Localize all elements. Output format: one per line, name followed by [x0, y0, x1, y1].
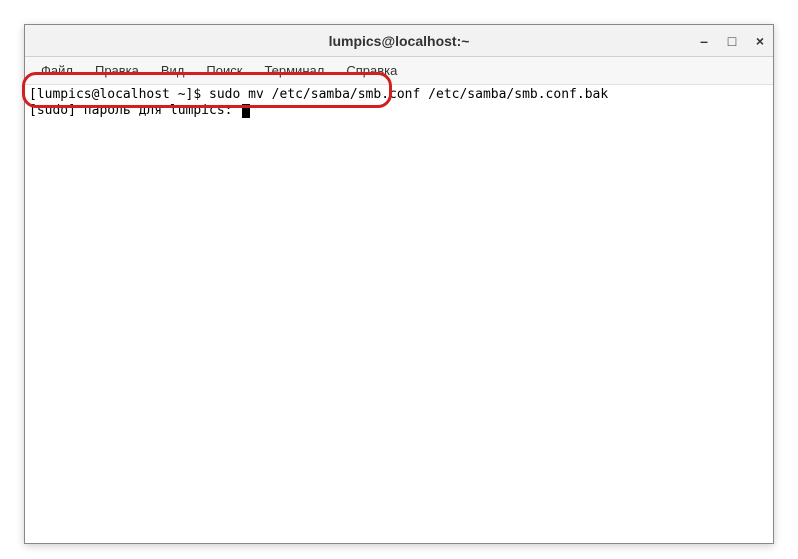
menu-terminal[interactable]: Терминал	[254, 59, 334, 82]
close-button[interactable]: ×	[753, 34, 767, 48]
menubar: Файл Правка Вид Поиск Терминал Справка	[25, 57, 773, 85]
window-title: lumpics@localhost:~	[329, 33, 470, 49]
minimize-button[interactable]: –	[697, 34, 711, 48]
menu-edit[interactable]: Правка	[85, 59, 149, 82]
menu-file[interactable]: Файл	[31, 59, 83, 82]
menu-view[interactable]: Вид	[151, 59, 195, 82]
menu-help[interactable]: Справка	[336, 59, 407, 82]
window-controls: – □ ×	[697, 25, 767, 56]
sudo-prompt-text: [sudo] пароль для lumpics:	[29, 103, 240, 118]
menu-search[interactable]: Поиск	[196, 59, 252, 82]
terminal-line-2: [sudo] пароль для lumpics:	[29, 103, 769, 119]
terminal-window: lumpics@localhost:~ – □ × Файл Правка Ви…	[24, 24, 774, 544]
maximize-button[interactable]: □	[725, 34, 739, 48]
terminal-content[interactable]: [lumpics@localhost ~]$ sudo mv /etc/samb…	[25, 85, 773, 543]
cursor	[242, 104, 250, 118]
titlebar: lumpics@localhost:~ – □ ×	[25, 25, 773, 57]
terminal-line-1: [lumpics@localhost ~]$ sudo mv /etc/samb…	[29, 87, 769, 103]
